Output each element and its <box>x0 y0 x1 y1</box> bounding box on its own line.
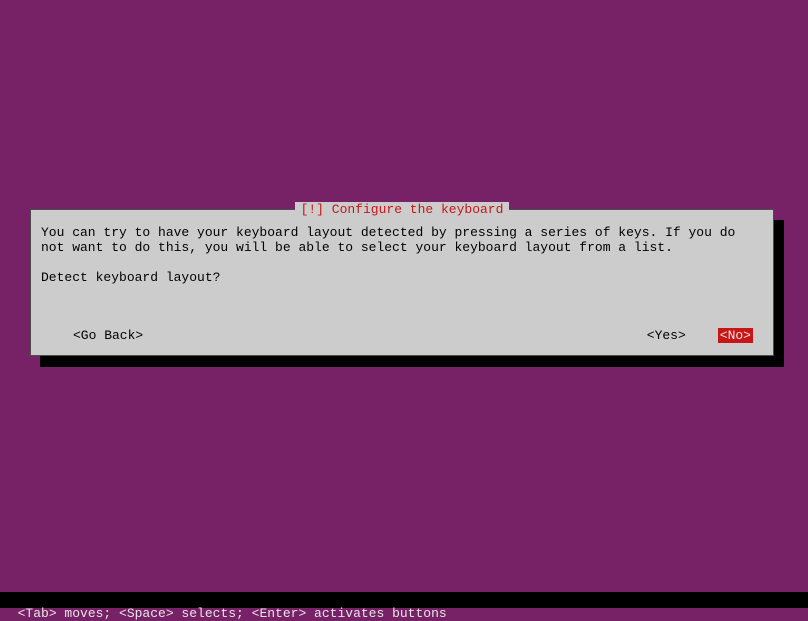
dialog-body-text: You can try to have your keyboard layout… <box>41 225 763 255</box>
no-button[interactable]: <No> <box>718 328 753 343</box>
yes-button[interactable]: <Yes> <box>647 328 686 343</box>
dialog-button-row: <Go Back> <Yes> <No> <box>41 328 763 343</box>
dialog-title-wrap: [!] Configure the keyboard <box>31 202 773 217</box>
dialog-body: You can try to have your keyboard layout… <box>41 225 763 285</box>
go-back-button[interactable]: <Go Back> <box>73 328 143 343</box>
dialog-prompt: Detect keyboard layout? <box>41 270 763 285</box>
footer-hint-text: <Tab> moves; <Space> selects; <Enter> ac… <box>18 606 447 621</box>
dialog-title: [!] Configure the keyboard <box>295 202 510 217</box>
footer-hint-bar: <Tab> moves; <Space> selects; <Enter> ac… <box>0 592 808 608</box>
configure-keyboard-dialog: [!] Configure the keyboard You can try t… <box>30 209 774 356</box>
